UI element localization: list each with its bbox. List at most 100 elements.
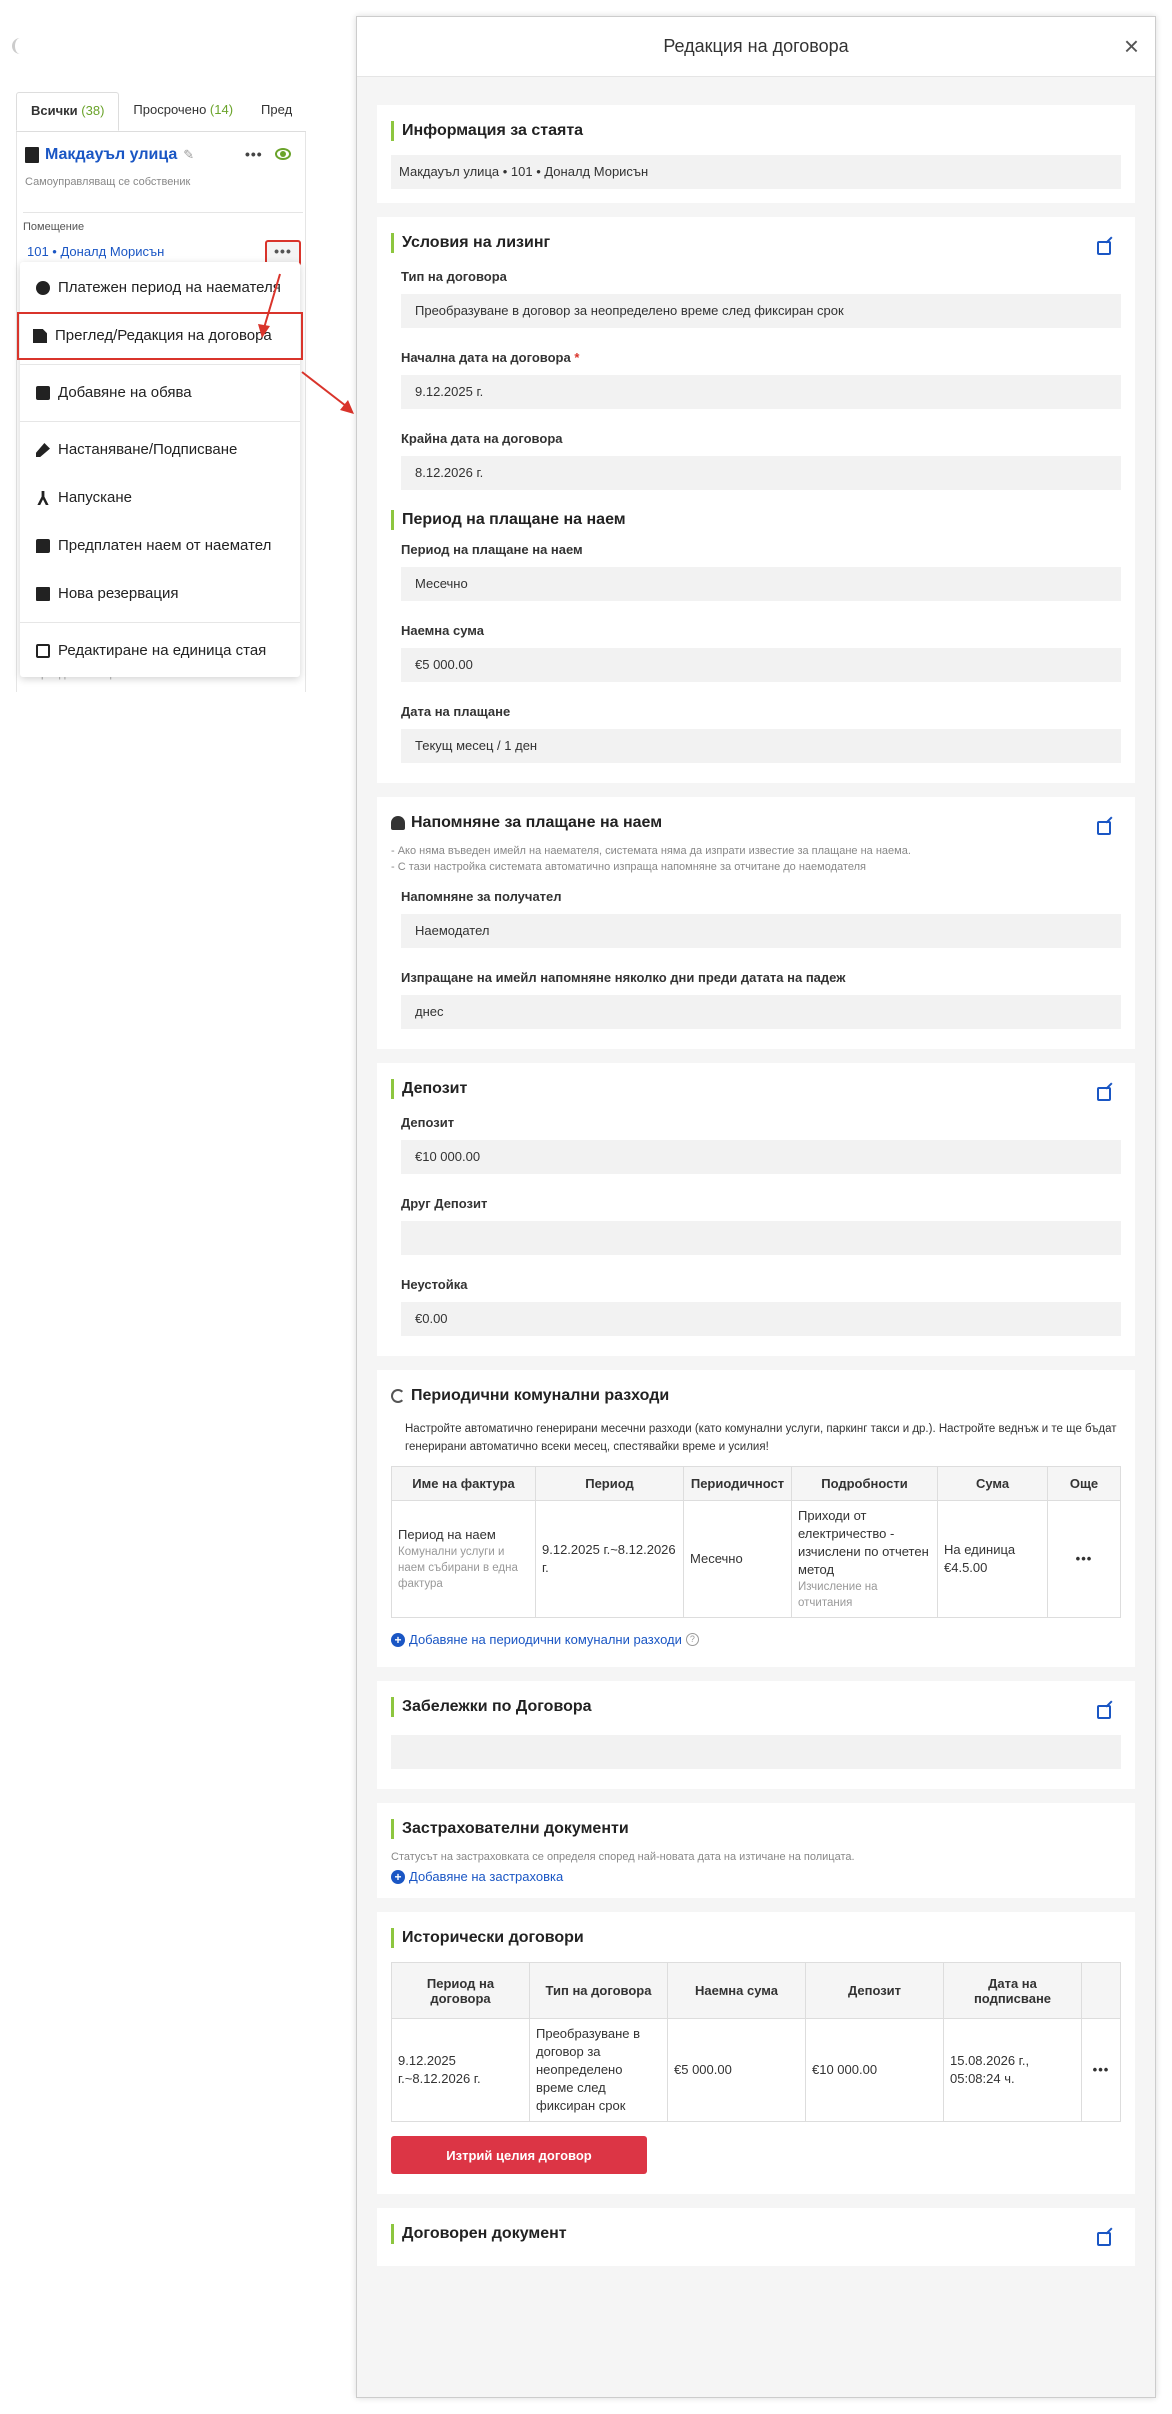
deposit-section: Депозит Депозит €10 000.00 Друг Депозит … [377,1063,1135,1356]
column-header [1081,1962,1121,2019]
history-table: Период на договора Тип на договора Наемн… [391,1962,1121,2122]
menu-divider [20,421,300,422]
table-header-row: Име на фактура Период Периодичност Подро… [391,1466,1121,1501]
eye-icon[interactable] [275,148,291,160]
recipient-label: Напомняне за получател [401,889,562,904]
menu-item-checkout[interactable]: Напускане [20,474,300,522]
modal-title: Редакция на договора [663,36,849,56]
row-more-button[interactable]: ••• [1047,1500,1121,1618]
payment-date-field[interactable]: Текущ месец / 1 ден [401,729,1121,763]
reminder-days-label: Изпращане на имейл напомняне няколко дни… [401,970,846,985]
edit-icon[interactable] [1097,2232,1111,2246]
edit-icon[interactable] [1097,1087,1111,1101]
deposit-label: Депозит [401,1115,455,1130]
column-header: Сума [937,1466,1048,1501]
modal-body: Информация за стаята Макдауъл улица • 10… [357,77,1155,2397]
plus-circle-icon: + [391,1632,405,1647]
reminder-section: Напомняне за плащане на наем - Ако няма … [377,797,1135,1049]
add-insurance-link[interactable]: + Добавяне на застраховка [391,1869,1121,1884]
table-cell: Преобразуване в договор за неопределено … [529,2018,668,2122]
section-title: Застрахователни документи [391,1819,1121,1839]
delete-contract-button[interactable]: Изтрий целия договор [391,2136,647,2174]
reminder-note: - С тази настройка системата автоматично… [391,861,866,873]
table-cell: €5 000.00 [667,2018,806,2122]
contract-type-field[interactable]: Преобразуване в договор за неопределено … [401,294,1121,328]
lease-terms-section: Условия на лизинг Тип на договора Преобр… [377,217,1135,783]
tab-all[interactable]: Всички (38) [16,92,120,131]
menu-item-checkin-sign[interactable]: Настаняване/Подписване [20,426,300,474]
section-title: Периодични комунални разходи [391,1386,1121,1406]
edit-icon[interactable] [1097,241,1111,255]
utilities-table: Име на фактура Период Периодичност Подро… [391,1466,1121,1618]
column-header: Депозит [805,1962,944,2019]
contract-type-label: Тип на договора [401,269,507,284]
section-title: Договорен документ [391,2224,1121,2244]
annotation-arrow-icon [301,371,354,414]
penalty-label: Неустойка [401,1277,468,1292]
add-utility-link[interactable]: + Добавяне на периодични комунални разхо… [391,1632,1121,1647]
column-header: Име на фактура [391,1466,536,1501]
menu-divider [20,364,300,365]
menu-item-add-listing[interactable]: Добавяне на обява [20,369,300,417]
column-header: Тип на договора [529,1962,668,2019]
table-cell: 9.12.2025 г.~8.12.2026 г. [535,1500,684,1618]
bell-icon [391,816,405,830]
pen-icon [36,443,50,457]
tab-overdue[interactable]: Просрочено (14) [119,92,247,131]
background-app: Всички (38) Просрочено (14) Пред Макдауъ… [0,0,310,720]
notes-section: Забележки по Договора [377,1681,1135,1789]
property-name[interactable]: Макдауъл улица [45,146,177,164]
document-icon [33,329,47,343]
section-title: Напомняне за плащане на наем [391,813,1121,833]
utilities-intro: Настройте автоматично генерирани месечни… [405,1423,1117,1453]
penalty-field[interactable]: €0.00 [401,1302,1121,1336]
column-header: Още [1047,1466,1121,1501]
payment-date-label: Дата на плащане [401,704,511,719]
insurance-section: Застрахователни документи Статусът на за… [377,1803,1135,1898]
close-icon[interactable]: × [1124,33,1139,59]
rent-amount-field[interactable]: €5 000.00 [401,648,1121,682]
row-more-button[interactable]: ••• [1081,2018,1121,2122]
filter-tabs: Всички (38) Просрочено (14) Пред [16,92,306,132]
history-section: Исторически договори Период на договора … [377,1912,1135,2194]
sync-icon [391,1389,405,1403]
tab-upcoming[interactable]: Пред [247,92,306,131]
notes-field[interactable] [391,1735,1121,1769]
unit-name[interactable]: 101 • Доналд Морисън [27,244,164,259]
edit-icon[interactable]: ✎ [183,147,194,163]
edit-icon[interactable] [1097,1705,1111,1719]
plus-circle-icon: + [391,1869,405,1884]
other-deposit-label: Друг Депозит [401,1196,488,1211]
start-date-label: Начална дата на договора * [401,350,580,365]
section-title: Депозит [391,1079,1121,1099]
menu-divider [20,622,300,623]
other-deposit-field[interactable] [401,1221,1121,1255]
column-header: Период [535,1466,684,1501]
table-cell: 15.08.2026 г., 05:08:24 ч. [943,2018,1082,2122]
help-icon[interactable]: ? [685,1633,699,1646]
rent-amount-label: Наемна сума [401,623,484,638]
column-header: Наемна сума [667,1962,806,2019]
start-date-field[interactable]: 9.12.2025 г. [401,375,1121,409]
reminder-days-field[interactable]: днес [401,995,1121,1029]
rent-period-label: Период на плащане на наем [401,542,583,557]
menu-item-prepaid-rent[interactable]: Предплатен наем от наемател [20,522,300,570]
message-dollar-icon [36,539,50,553]
menu-item-edit-room-unit[interactable]: Редактиране на единица стая [20,627,300,675]
column-header: Подробности [791,1466,938,1501]
property-header: Макдауъл улица ✎ [25,146,194,164]
menu-item-new-reservation[interactable]: Нова резервация [20,570,300,618]
room-label: Помещение [23,212,303,233]
section-title: Условия на лизинг [391,233,1121,253]
table-row: 9.12.2025 г.~8.12.2026 г. Преобразуване … [391,2018,1121,2122]
edit-icon[interactable] [1097,821,1111,835]
table-cell: €10 000.00 [805,2018,944,2122]
rent-period-field[interactable]: Месечно [401,567,1121,601]
room-info-value: Макдауъл улица • 101 • Доналд Морисън [391,155,1121,189]
end-date-field[interactable]: 8.12.2026 г. [401,456,1121,490]
deposit-field[interactable]: €10 000.00 [401,1140,1121,1174]
table-row: Период на наем Комунални услуги и наем съ… [391,1500,1121,1618]
recipient-field[interactable]: Наемодател [401,914,1121,948]
table-cell: Месечно [683,1500,792,1618]
more-icon[interactable]: ••• [245,146,263,162]
